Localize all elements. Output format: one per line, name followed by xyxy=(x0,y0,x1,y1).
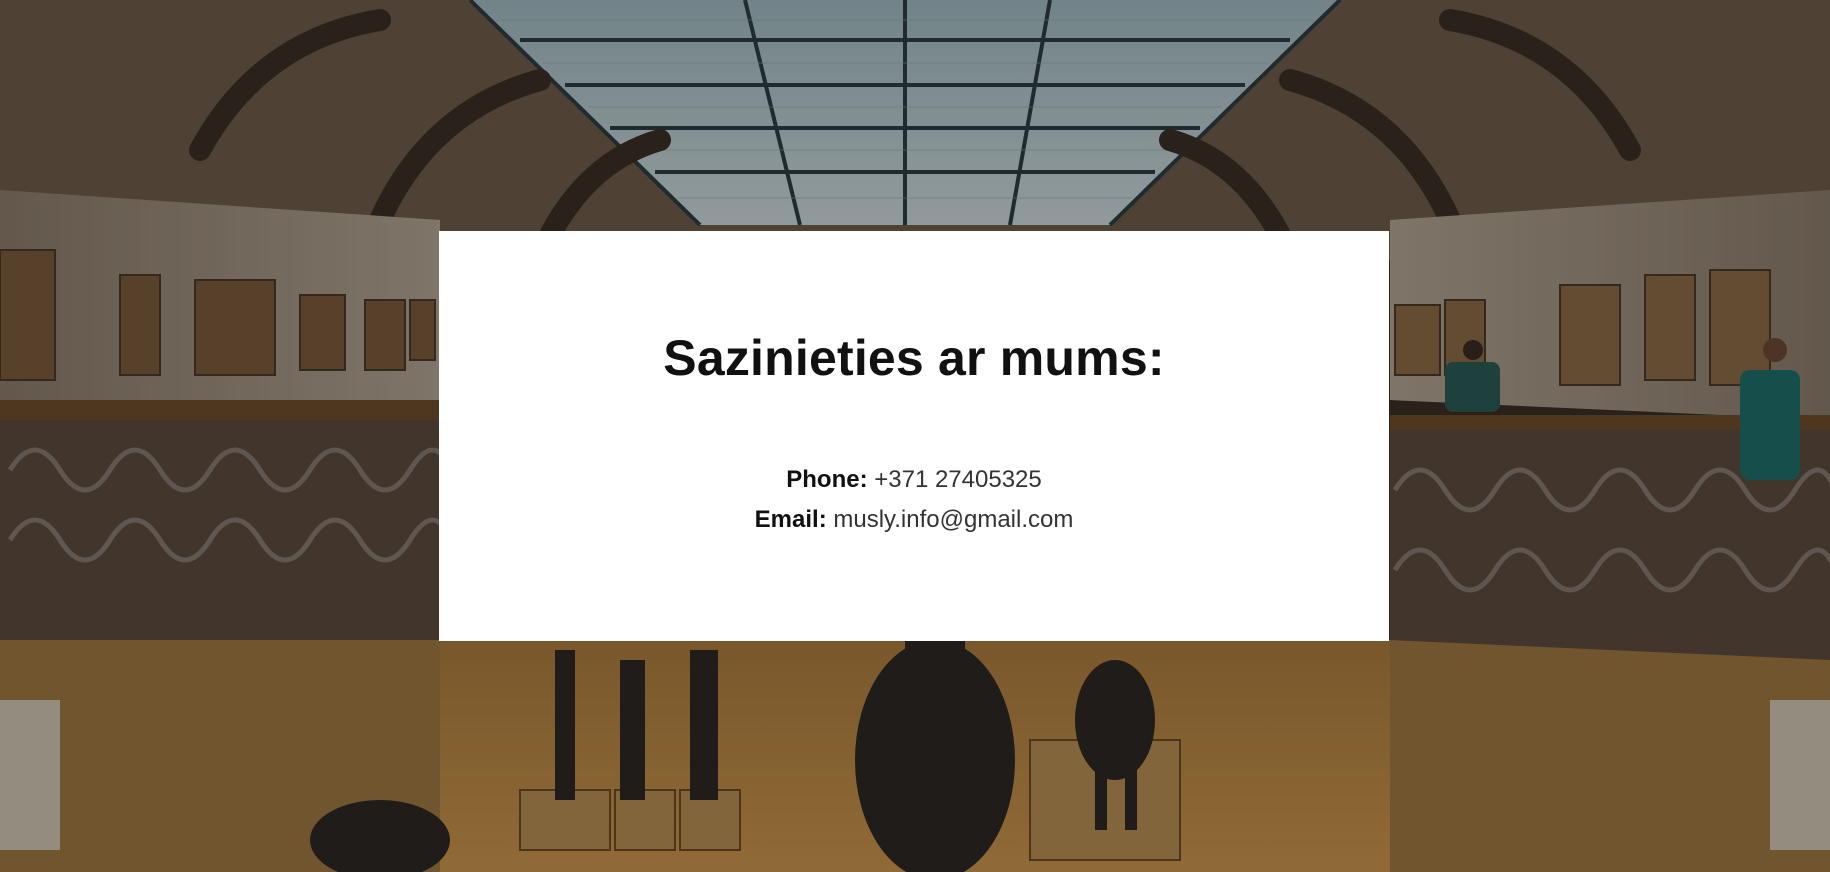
phone-line: Phone: +371 27405325 xyxy=(439,460,1389,500)
email-line: Email: musly.info@gmail.com xyxy=(439,500,1389,540)
email-label: Email: xyxy=(754,506,827,533)
contact-details: Phone: +371 27405325 Email: musly.info@g… xyxy=(439,460,1389,540)
email-value[interactable]: musly.info@gmail.com xyxy=(833,506,1073,533)
phone-label: Phone: xyxy=(786,466,868,493)
contact-card: Sazinieties ar mums: Phone: +371 2740532… xyxy=(439,231,1389,641)
contact-title: Sazinieties ar mums: xyxy=(663,330,1165,386)
contact-page: Sazinieties ar mums: Phone: +371 2740532… xyxy=(0,0,1830,872)
phone-value[interactable]: +371 27405325 xyxy=(874,466,1042,493)
